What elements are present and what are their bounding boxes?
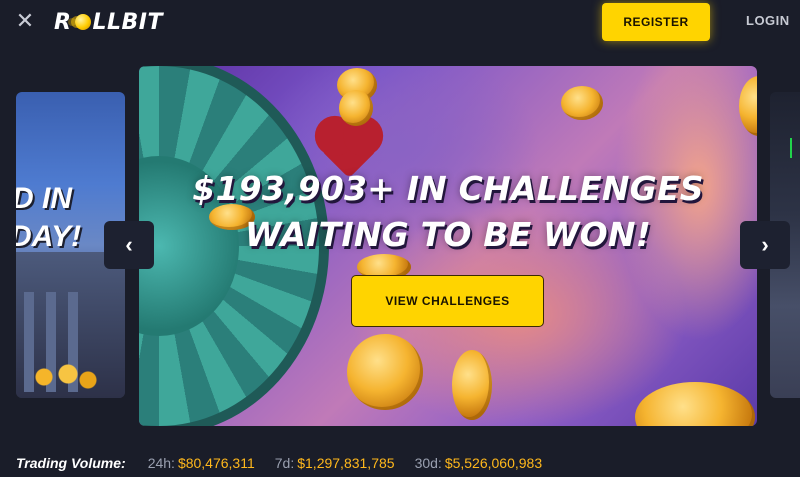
- trading-volume-bar: Trading Volume: 24h: $80,476,311 7d: $1,…: [16, 452, 796, 474]
- chevron-left-icon: ‹: [125, 232, 133, 257]
- banner-headline: $193,903+ IN CHALLENGES WAITING TO BE WO…: [139, 166, 757, 258]
- stat-value: $80,476,311: [177, 455, 255, 471]
- coin-illustration: [339, 90, 373, 126]
- logo-text-end: LLBIT: [92, 9, 163, 35]
- challenges-banner[interactable]: $193,903+ IN CHALLENGES WAITING TO BE WO…: [139, 66, 757, 426]
- close-icon[interactable]: ✕: [14, 10, 36, 32]
- logo-text-start: R: [54, 9, 72, 35]
- register-button[interactable]: REGISTER: [602, 3, 710, 41]
- coin-illustration: [635, 382, 755, 426]
- coin-illustration: [561, 86, 603, 120]
- coin-illustration: [347, 334, 423, 410]
- promo-carousel: D IN DAY! $193,903+ IN CHALLENGES WAITIN…: [0, 66, 800, 426]
- login-button[interactable]: LOGIN: [746, 13, 790, 28]
- banner-headline-line1: $193,903+ IN CHALLENGES: [192, 169, 704, 208]
- chevron-right-icon: ›: [761, 232, 769, 257]
- chart-tick-decoration: [790, 138, 800, 158]
- stat-period: 24h:: [147, 455, 175, 471]
- logo-coin-icon: [75, 14, 92, 30]
- view-challenges-button[interactable]: VIEW CHALLENGES: [352, 276, 543, 326]
- coin-illustration: [739, 76, 757, 136]
- stat-period: 30d:: [414, 455, 442, 471]
- stat-value: $5,526,060,983: [444, 455, 543, 471]
- banner-headline-line2: WAITING TO BE WON!: [245, 215, 651, 254]
- carousel-next-button[interactable]: ›: [740, 221, 790, 269]
- stat-period: 7d:: [274, 455, 295, 471]
- logo[interactable]: R LLBIT: [54, 9, 163, 35]
- stat-value: $1,297,831,785: [297, 455, 395, 471]
- top-bar: ✕ R LLBIT REGISTER LOGIN: [0, 0, 800, 44]
- carousel-prev-button[interactable]: ‹: [104, 221, 154, 269]
- trading-volume-label: Trading Volume:: [16, 455, 126, 471]
- previous-slide-line1: D IN: [16, 182, 72, 215]
- coin-illustration: [452, 350, 492, 420]
- coin-pile-illustration: [28, 362, 108, 392]
